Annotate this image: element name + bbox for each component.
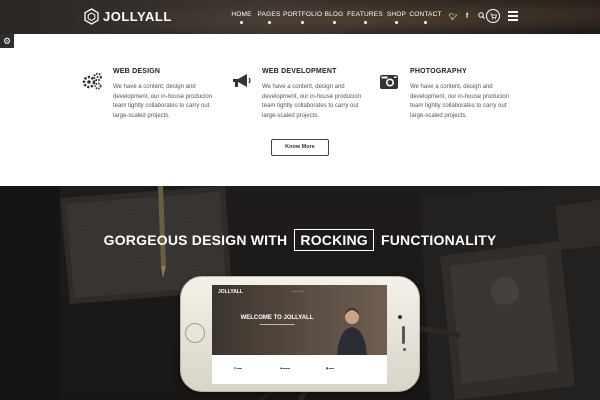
screen-subtitle-lines: ▬▬▬▬▬▬▬▬▬▬▬▬▬▬ bbox=[259, 323, 295, 326]
megaphone-icon bbox=[233, 74, 251, 87]
nav-item-shop[interactable]: SHOP bbox=[384, 11, 409, 24]
screen-nav: ▪ ▪ ▪ ▪ ▪ ▪ ▪ ▪ bbox=[292, 290, 304, 293]
nav-dot bbox=[301, 21, 304, 24]
service-photography: PHOTOGRAPHY We have a content, design an… bbox=[380, 68, 550, 121]
desc-line: team tightly collaborates to carry out bbox=[113, 103, 210, 109]
gears-icon bbox=[82, 72, 102, 90]
phone-home-button bbox=[185, 323, 205, 343]
nav-label-pages: PAGES bbox=[257, 11, 281, 18]
nav-dot bbox=[332, 21, 336, 24]
nav-label-home: HOME bbox=[231, 11, 252, 18]
nav-item-features[interactable]: FEATURES bbox=[346, 11, 384, 24]
desc-line: large-scaled projects. bbox=[262, 112, 320, 119]
screen-service-1: ⚙ ▬▬ bbox=[234, 367, 242, 370]
phone-camera bbox=[398, 315, 402, 319]
facebook-icon[interactable]: f bbox=[460, 13, 474, 20]
desc-line: large-scaled projects. bbox=[410, 112, 468, 119]
settings-gear-icon[interactable]: ⚙ bbox=[0, 34, 14, 48]
desc-line: team tightly collaborates to carry out bbox=[410, 103, 507, 109]
nav-dot bbox=[395, 21, 398, 24]
nav-item-home[interactable]: HOME bbox=[228, 11, 255, 24]
menu-icon[interactable] bbox=[508, 11, 518, 21]
screen-services-row: ⚙ ▬▬ ◀ ▬▬▬ ▣ ▬▬ bbox=[212, 363, 387, 383]
service-description: We have a content, design and developmen… bbox=[410, 83, 550, 121]
desc-line: We have a content, design and bbox=[113, 84, 196, 90]
camera-icon bbox=[380, 75, 398, 89]
screen-hero-image: JOLLYALL ▪ ▪ ▪ ▪ ▪ ▪ ▪ ▪ WELCOME TO JOLL… bbox=[212, 285, 387, 355]
cart-icon[interactable] bbox=[486, 9, 500, 23]
top-navbar: JOLLYALL HOME PAGES PORTFOLIO BLOG FEATU… bbox=[0, 0, 600, 34]
screen-service-3: ▣ ▬▬ bbox=[326, 367, 335, 370]
desc-line: large-scaled projects. bbox=[113, 112, 171, 119]
hexagon-logo-icon bbox=[84, 8, 99, 25]
hero-title: GORGEOUS DESIGN WITH ROCKING FUNCTIONALI… bbox=[0, 229, 600, 251]
desc-line: development, our in-house producion bbox=[113, 93, 213, 100]
desc-line: We have a content, design and bbox=[262, 84, 345, 90]
main-nav: HOME PAGES PORTFOLIO BLOG FEATURES SHOP … bbox=[228, 11, 442, 24]
nav-dot bbox=[363, 21, 367, 24]
logo-text: JOLLYALL bbox=[103, 9, 172, 24]
nav-item-pages[interactable]: PAGES bbox=[255, 11, 283, 24]
phone-speaker bbox=[402, 326, 405, 344]
desc-line: team tightly collaborates to carry out bbox=[262, 103, 359, 109]
nav-dot bbox=[424, 21, 427, 24]
screen-person-image bbox=[337, 308, 367, 355]
header-icons: 🐦︎ f bbox=[446, 12, 488, 21]
nav-dot bbox=[240, 21, 243, 24]
nav-label-blog: BLOG bbox=[324, 11, 344, 18]
logo[interactable]: JOLLYALL bbox=[84, 8, 172, 25]
nav-item-contact[interactable]: CONTACT bbox=[409, 11, 442, 24]
desc-line: We have a content, design and bbox=[410, 84, 493, 90]
desc-line: development, our in-house producion bbox=[410, 93, 510, 100]
screen-logo: JOLLYALL bbox=[218, 289, 243, 295]
nav-dot bbox=[267, 21, 271, 24]
hero-title-left: GORGEOUS DESIGN WITH bbox=[103, 232, 288, 248]
hero-title-right: FUNCTIONALITY bbox=[381, 232, 497, 248]
nav-label-features: FEATURES bbox=[347, 11, 383, 18]
nav-label-portfolio: PORTFOLIO bbox=[283, 11, 323, 18]
screen-service-2: ◀ ▬▬▬ bbox=[280, 367, 291, 370]
hero-title-boxed-word: ROCKING bbox=[294, 229, 374, 251]
phone-screen: JOLLYALL ▪ ▪ ▪ ▪ ▪ ▪ ▪ ▪ WELCOME TO JOLL… bbox=[212, 285, 387, 384]
twitter-icon[interactable]: 🐦︎ bbox=[446, 13, 460, 21]
desc-line: development, our in-house producion bbox=[262, 93, 362, 100]
nav-item-blog[interactable]: BLOG bbox=[322, 11, 346, 24]
phone-sensor bbox=[403, 348, 406, 351]
nav-item-portfolio[interactable]: PORTFOLIO bbox=[283, 11, 323, 24]
screen-title: WELCOME TO JOLLYALL bbox=[240, 315, 314, 321]
service-title: PHOTOGRAPHY bbox=[410, 68, 467, 75]
nav-label-contact: CONTACT bbox=[409, 11, 442, 18]
know-more-button[interactable]: Know More bbox=[271, 139, 329, 156]
nav-label-shop: SHOP bbox=[386, 11, 407, 18]
